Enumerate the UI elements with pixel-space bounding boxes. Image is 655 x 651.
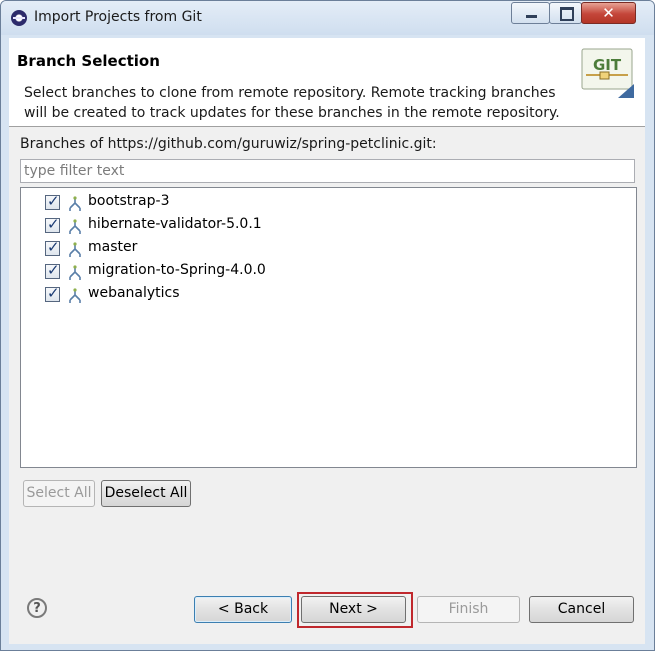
branch-checkbox[interactable]: ✓ — [45, 261, 60, 279]
branch-checkbox[interactable]: ✓ — [45, 284, 60, 302]
branch-icon — [69, 288, 81, 303]
branch-checkbox[interactable]: ✓ — [45, 215, 60, 233]
git-logo-text: GIT — [593, 56, 622, 74]
branch-label: master — [88, 239, 138, 255]
branches-label: Branches of https://github.com/guruwiz/s… — [20, 136, 437, 152]
check-icon: ✓ — [47, 238, 60, 256]
filter-input[interactable] — [20, 159, 635, 183]
branch-icon — [69, 265, 81, 280]
import-git-dialog: Import Projects from Git ✕ Branch Select… — [0, 0, 655, 651]
next-button[interactable]: Next > — [301, 596, 406, 623]
branch-label: hibernate-validator-5.0.1 — [88, 216, 262, 232]
maximize-icon — [560, 7, 574, 21]
close-icon: ✕ — [602, 4, 615, 22]
git-logo-icon: GIT — [581, 48, 634, 98]
check-icon: ✓ — [47, 284, 60, 302]
dialog-body: Branch Selection Select branches to clon… — [9, 38, 645, 644]
wizard-header: Branch Selection Select branches to clon… — [9, 38, 645, 127]
cancel-button[interactable]: Cancel — [529, 596, 634, 623]
branch-checkbox[interactable]: ✓ — [45, 238, 60, 256]
maximize-button[interactable] — [549, 2, 582, 24]
branch-icon — [69, 242, 81, 257]
page-title: Branch Selection — [17, 52, 160, 70]
help-icon[interactable]: ? — [27, 598, 47, 618]
branch-icon — [69, 196, 81, 211]
deselect-all-button[interactable]: Deselect All — [101, 480, 191, 507]
minimize-icon — [526, 15, 537, 18]
branch-checkbox[interactable]: ✓ — [45, 192, 60, 210]
branch-label: migration-to-Spring-4.0.0 — [88, 262, 266, 278]
page-description: Select branches to clone from remote rep… — [24, 85, 560, 121]
check-icon: ✓ — [47, 192, 60, 210]
check-icon: ✓ — [47, 215, 60, 233]
finish-button[interactable]: Finish — [417, 596, 520, 623]
branch-icon — [69, 219, 81, 234]
check-icon: ✓ — [47, 261, 60, 279]
title-bar[interactable]: Import Projects from Git ✕ — [1, 1, 654, 35]
branch-label: bootstrap-3 — [88, 193, 170, 209]
branch-label: webanalytics — [88, 285, 180, 301]
branch-list[interactable]: ✓ bootstrap-3 ✓ hibernate-validator-5.0.… — [20, 187, 637, 468]
window-title: Import Projects from Git — [34, 9, 202, 25]
close-button[interactable]: ✕ — [581, 2, 636, 24]
select-all-button[interactable]: Select All — [23, 480, 95, 507]
minimize-button[interactable] — [511, 2, 550, 24]
eclipse-icon — [11, 10, 27, 26]
back-button[interactable]: < Back — [194, 596, 292, 623]
